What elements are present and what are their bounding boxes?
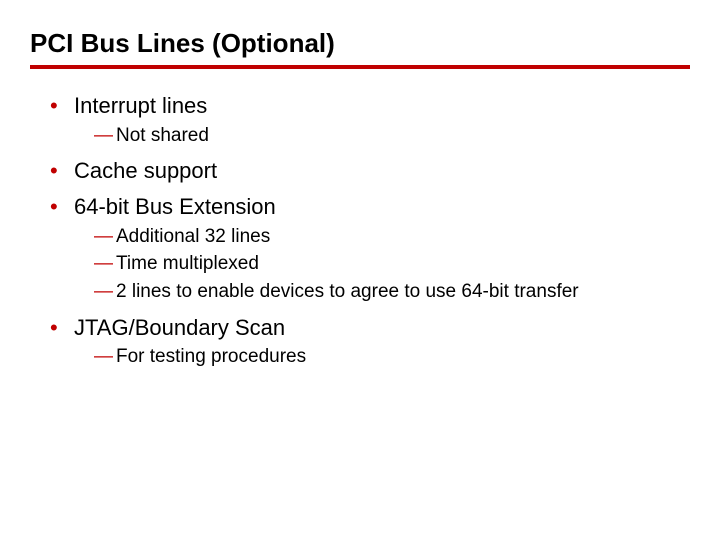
- slide-body: Interrupt lines Not shared Cache support…: [30, 75, 690, 370]
- slide-title: PCI Bus Lines (Optional): [30, 28, 690, 69]
- sub-item: Time multiplexed: [94, 251, 690, 277]
- bullet-text: 64-bit Bus Extension: [74, 194, 276, 219]
- sub-text: 2 lines to enable devices to agree to us…: [116, 281, 579, 302]
- sub-list: Additional 32 lines Time multiplexed 2 l…: [74, 224, 690, 305]
- bullet-item: Cache support: [50, 156, 690, 186]
- sub-item: Additional 32 lines: [94, 224, 690, 250]
- sub-text: For testing procedures: [116, 346, 306, 367]
- bullet-text: Interrupt lines: [74, 93, 207, 118]
- sub-text: Additional 32 lines: [116, 226, 270, 247]
- bullet-item: JTAG/Boundary Scan For testing procedure…: [50, 313, 690, 370]
- bullet-list: Interrupt lines Not shared Cache support…: [30, 91, 690, 370]
- bullet-text: JTAG/Boundary Scan: [74, 315, 285, 340]
- bullet-text: Cache support: [74, 158, 217, 183]
- sub-item: Not shared: [94, 123, 690, 149]
- slide: PCI Bus Lines (Optional) Interrupt lines…: [0, 0, 720, 540]
- sub-item: 2 lines to enable devices to agree to us…: [94, 279, 690, 305]
- bullet-item: Interrupt lines Not shared: [50, 91, 690, 148]
- sub-item: For testing procedures: [94, 344, 690, 370]
- sub-list: Not shared: [74, 123, 690, 149]
- sub-list: For testing procedures: [74, 344, 690, 370]
- sub-text: Time multiplexed: [116, 253, 259, 274]
- sub-text: Not shared: [116, 125, 209, 146]
- bullet-item: 64-bit Bus Extension Additional 32 lines…: [50, 192, 690, 305]
